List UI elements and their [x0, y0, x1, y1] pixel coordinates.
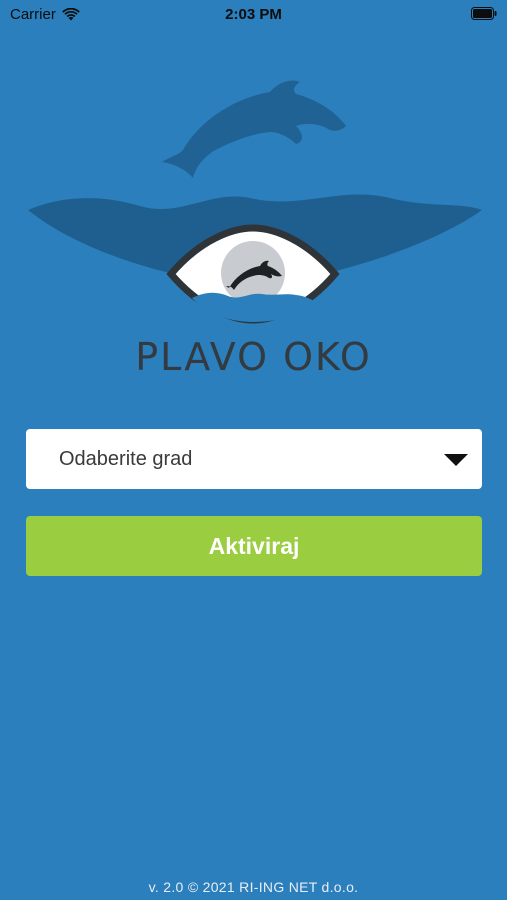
footer-text: v. 2.0 © 2021 RI-ING NET d.o.o. [148, 879, 359, 895]
wave-icon [192, 292, 316, 322]
status-bar: Carrier 2:03 PM [0, 0, 507, 28]
status-time: 2:03 PM [225, 6, 282, 23]
activate-button[interactable]: Aktiviraj [26, 516, 482, 576]
chevron-down-icon[interactable] [444, 454, 468, 466]
city-select-placeholder: Odaberite grad [59, 447, 193, 470]
city-select[interactable]: Odaberite grad [26, 429, 482, 489]
dolphin-icon [162, 80, 346, 178]
brand-name: PLAVO OKO [135, 335, 372, 379]
battery-icon [471, 7, 497, 20]
